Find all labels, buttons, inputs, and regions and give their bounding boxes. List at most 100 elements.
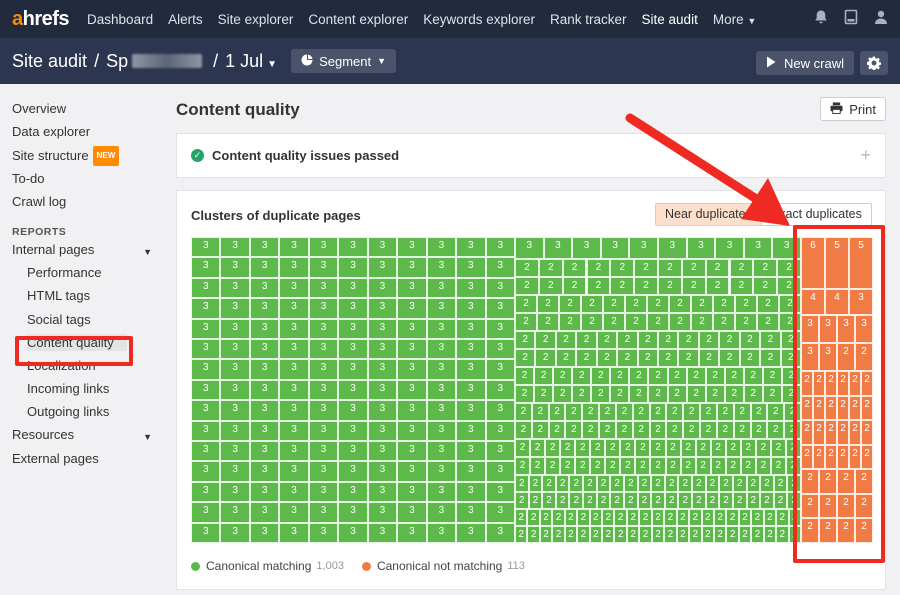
sidebar-item-overview[interactable]: Overview: [0, 100, 160, 123]
cluster-cell-matching[interactable]: 2: [726, 526, 738, 543]
cluster-cell-matching[interactable]: 3: [220, 278, 249, 298]
cluster-cell-matching[interactable]: 2: [767, 403, 784, 421]
cluster-cell-matching[interactable]: 2: [719, 492, 733, 509]
cluster-cell-matching[interactable]: 2: [678, 475, 692, 492]
cluster-cell-matching[interactable]: 3: [368, 359, 397, 379]
cluster-cell-matching[interactable]: 2: [741, 439, 756, 457]
cluster-cell-matching[interactable]: 2: [527, 509, 539, 526]
cluster-cell-matching[interactable]: 2: [634, 259, 658, 277]
cluster-cell-matching[interactable]: 3: [279, 421, 308, 441]
cluster-cell-matching[interactable]: 2: [753, 277, 777, 295]
cluster-cell-matching[interactable]: 2: [678, 331, 698, 349]
cluster-cell-matching[interactable]: 3: [309, 482, 338, 502]
cluster-cell-matching[interactable]: 3: [338, 257, 367, 277]
cluster-cell-matching[interactable]: 2: [515, 526, 527, 543]
cluster-cell-matching[interactable]: 3: [368, 400, 397, 420]
cluster-cell-matching[interactable]: 2: [545, 457, 560, 475]
nav-dashboard[interactable]: Dashboard: [87, 12, 153, 27]
cluster-cell-matching[interactable]: 3: [486, 359, 515, 379]
cluster-cell-matching[interactable]: 2: [669, 295, 691, 313]
cluster-cell-matching[interactable]: 3: [427, 380, 456, 400]
cluster-cell-matching[interactable]: 3: [309, 359, 338, 379]
cluster-cell-matching[interactable]: 3: [486, 400, 515, 420]
cluster-cell-matching[interactable]: 3: [250, 298, 279, 318]
cluster-cell-matching[interactable]: 2: [678, 349, 698, 367]
cluster-cell-matching[interactable]: 3: [427, 523, 456, 543]
cluster-cell-matching[interactable]: 2: [650, 421, 667, 439]
cluster-cell-matching[interactable]: 2: [756, 457, 771, 475]
cluster-cell-matching[interactable]: 2: [668, 367, 687, 385]
cluster-cell-matching[interactable]: 3: [338, 278, 367, 298]
cluster-cell-matching[interactable]: 3: [456, 421, 485, 441]
cluster-cell-matching[interactable]: 3: [368, 461, 397, 481]
cluster-cell-matching[interactable]: 2: [711, 439, 726, 457]
cluster-cell-matching[interactable]: 2: [696, 439, 711, 457]
cluster-cell-matching[interactable]: 3: [572, 237, 601, 259]
cluster-cell-matching[interactable]: 2: [763, 385, 782, 403]
cluster-cell-matching[interactable]: 2: [620, 439, 635, 457]
cluster-cell-matching[interactable]: 2: [617, 331, 637, 349]
cluster-cell-matching[interactable]: 2: [751, 403, 768, 421]
cluster-cell-matching[interactable]: 2: [515, 313, 537, 331]
cluster-cell-matching[interactable]: 2: [658, 331, 678, 349]
cluster-cell-matching[interactable]: 2: [666, 457, 681, 475]
cluster-cell-matching[interactable]: 2: [542, 492, 556, 509]
cluster-cell-matching[interactable]: 2: [560, 457, 575, 475]
cluster-cell-matching[interactable]: 3: [658, 237, 687, 259]
cluster-cell-matching[interactable]: 2: [668, 385, 687, 403]
cluster-cell-matching[interactable]: 3: [397, 461, 426, 481]
cluster-cell-matching[interactable]: 2: [650, 457, 665, 475]
cluster-cell-matching[interactable]: 3: [629, 237, 658, 259]
bell-icon[interactable]: [812, 9, 830, 27]
cluster-cell-matching[interactable]: 3: [368, 237, 397, 257]
nav-site-audit[interactable]: Site audit: [642, 12, 698, 27]
print-button[interactable]: Print: [820, 97, 886, 121]
cluster-cell-matching[interactable]: 2: [577, 509, 589, 526]
cluster-cell-matching[interactable]: 2: [515, 349, 535, 367]
cluster-cell-matching[interactable]: 2: [767, 421, 784, 439]
cluster-cell-matching[interactable]: 2: [719, 331, 739, 349]
cluster-cell-matching[interactable]: 2: [553, 367, 572, 385]
cluster-cell-matching[interactable]: 3: [427, 482, 456, 502]
cluster-cell-matching[interactable]: 3: [309, 339, 338, 359]
cluster-cell-matching[interactable]: 3: [338, 380, 367, 400]
cluster-cell-matching[interactable]: 2: [757, 313, 779, 331]
cluster-cell-matching[interactable]: 2: [530, 457, 545, 475]
cluster-cell-matching[interactable]: 2: [733, 475, 747, 492]
cluster-cell-matching[interactable]: 3: [486, 339, 515, 359]
cluster-cell-matching[interactable]: 2: [577, 526, 589, 543]
ahrefs-logo[interactable]: ahrefs: [12, 8, 69, 31]
cluster-cell-matching[interactable]: 3: [191, 278, 220, 298]
cluster-cell-matching[interactable]: 2: [572, 385, 591, 403]
cluster-cell-matching[interactable]: 2: [739, 526, 751, 543]
cluster-cell-matching[interactable]: 3: [191, 421, 220, 441]
cluster-cell-matching[interactable]: 3: [279, 319, 308, 339]
cluster-cell-matching[interactable]: 2: [532, 403, 549, 421]
cluster-cell-matching[interactable]: 2: [735, 313, 757, 331]
sidebar-item-performance[interactable]: Performance: [0, 264, 160, 287]
cluster-cell-matching[interactable]: 2: [559, 295, 581, 313]
cluster-cell-matching[interactable]: 2: [610, 492, 624, 509]
cluster-cell-matching[interactable]: 2: [590, 439, 605, 457]
nav-more[interactable]: More ▼: [713, 12, 756, 27]
cluster-cell-matching[interactable]: 3: [456, 257, 485, 277]
cluster-cell-matching[interactable]: 3: [279, 298, 308, 318]
cluster-cell-matching[interactable]: 2: [764, 509, 776, 526]
cluster-cell-matching[interactable]: 3: [456, 319, 485, 339]
cluster-cell-matching[interactable]: 3: [279, 461, 308, 481]
cluster-cell-matching[interactable]: 2: [692, 475, 706, 492]
cluster-cell-matching[interactable]: 3: [486, 380, 515, 400]
cluster-cell-matching[interactable]: 2: [726, 457, 741, 475]
cluster-cell-matching[interactable]: 3: [486, 482, 515, 502]
cluster-cell-matching[interactable]: 2: [647, 313, 669, 331]
cluster-cell-matching[interactable]: 2: [678, 492, 692, 509]
cluster-cell-matching[interactable]: 2: [530, 439, 545, 457]
cluster-cell-matching[interactable]: 2: [658, 349, 678, 367]
cluster-cell-matching[interactable]: 2: [590, 509, 602, 526]
cluster-cell-matching[interactable]: 3: [309, 441, 338, 461]
cluster-cell-matching[interactable]: 3: [191, 482, 220, 502]
cluster-cell-matching[interactable]: 3: [338, 461, 367, 481]
cluster-cell-matching[interactable]: 3: [250, 400, 279, 420]
nav-site-explorer[interactable]: Site explorer: [218, 12, 294, 27]
cluster-cell-matching[interactable]: 2: [549, 403, 566, 421]
